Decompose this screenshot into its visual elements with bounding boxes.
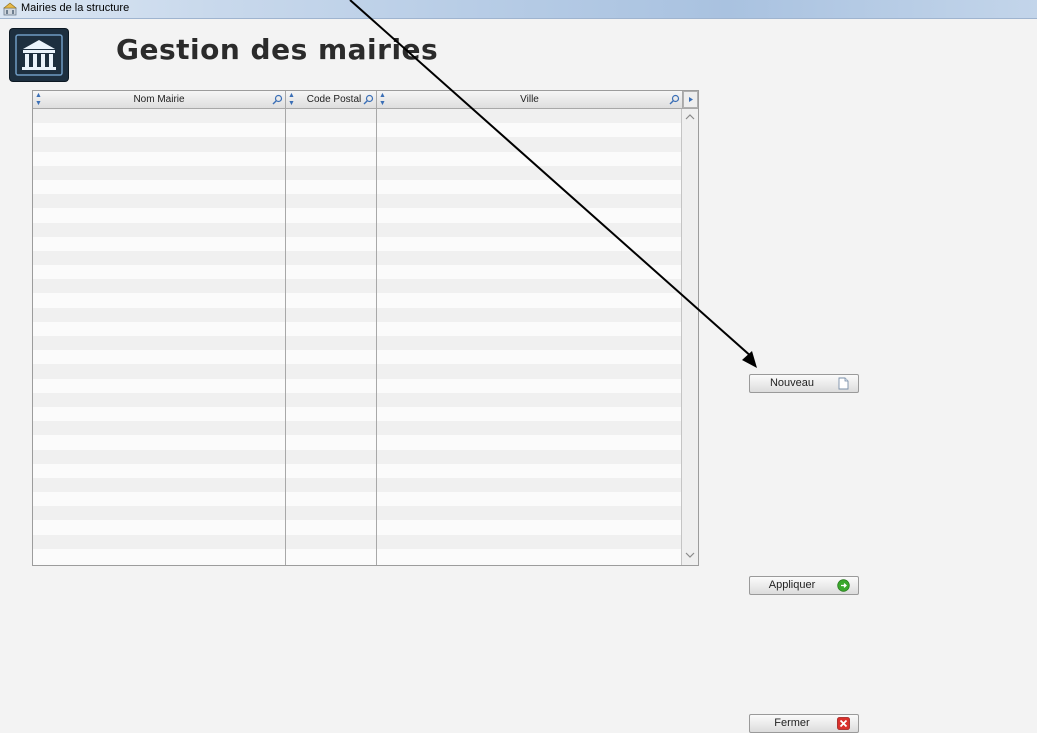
table-row[interactable]	[33, 435, 681, 450]
table-row[interactable]	[33, 279, 681, 294]
column-chooser-icon[interactable]	[683, 91, 698, 108]
table-row[interactable]	[33, 208, 681, 223]
table-row[interactable]	[33, 109, 681, 124]
search-icon[interactable]	[272, 94, 283, 105]
search-icon[interactable]	[363, 94, 374, 105]
table-row[interactable]	[33, 293, 681, 308]
table-row[interactable]	[33, 222, 681, 237]
scroll-up-icon[interactable]	[685, 113, 695, 121]
table-row[interactable]	[33, 137, 681, 152]
sort-icon[interactable]: ▲ ▼	[288, 92, 295, 108]
table-row[interactable]	[33, 336, 681, 351]
table-row[interactable]	[33, 123, 681, 138]
apply-button[interactable]: Appliquer	[749, 576, 859, 595]
mairies-table[interactable]: ▲ ▼ Nom Mairie ▲ ▼ Code Postal ▲ ▼ Ville	[32, 90, 699, 566]
column-label: Code Postal	[306, 94, 362, 105]
town-hall-icon	[10, 29, 68, 81]
table-row[interactable]	[33, 194, 681, 209]
new-button[interactable]: Nouveau	[749, 374, 859, 393]
close-red-icon	[837, 717, 850, 730]
app-window-icon	[3, 2, 17, 16]
table-row[interactable]	[33, 165, 681, 180]
table-row[interactable]	[33, 392, 681, 407]
table-row[interactable]	[33, 307, 681, 322]
apply-button-label: Appliquer	[768, 579, 816, 591]
table-row[interactable]	[33, 534, 681, 549]
table-row[interactable]	[33, 364, 681, 379]
apply-green-icon	[837, 579, 850, 592]
sort-icon[interactable]: ▲ ▼	[379, 92, 386, 108]
column-header-nom-mairie[interactable]: ▲ ▼ Nom Mairie	[33, 91, 286, 108]
table-row[interactable]	[33, 421, 681, 436]
table-row[interactable]	[33, 406, 681, 422]
sort-icon[interactable]: ▲ ▼	[35, 92, 42, 108]
table-row[interactable]	[33, 265, 681, 280]
table-row[interactable]	[33, 250, 681, 266]
table-header: ▲ ▼ Nom Mairie ▲ ▼ Code Postal ▲ ▼ Ville	[33, 91, 698, 109]
table-row[interactable]	[33, 151, 681, 166]
column-divider	[285, 109, 286, 565]
table-row[interactable]	[33, 321, 681, 336]
column-header-code-postal[interactable]: ▲ ▼ Code Postal	[286, 91, 377, 108]
table-row[interactable]	[33, 350, 681, 365]
table-row[interactable]	[33, 477, 681, 493]
table-row[interactable]	[33, 463, 681, 478]
vertical-scrollbar[interactable]	[681, 109, 698, 565]
table-row[interactable]	[33, 506, 681, 521]
column-header-ville[interactable]: ▲ ▼ Ville	[377, 91, 683, 108]
table-row[interactable]	[33, 492, 681, 507]
new-button-label: Nouveau	[769, 377, 815, 389]
close-button-label: Fermer	[774, 717, 810, 729]
new-document-icon	[838, 377, 849, 390]
table-row[interactable]	[33, 378, 681, 393]
column-label: Ville	[520, 94, 539, 105]
scroll-down-icon[interactable]	[685, 551, 695, 559]
column-divider	[376, 109, 377, 565]
close-button[interactable]: Fermer	[749, 714, 859, 733]
table-row[interactable]	[33, 449, 681, 464]
search-icon[interactable]	[669, 94, 680, 105]
table-row[interactable]	[33, 236, 681, 251]
table-body	[33, 109, 681, 565]
table-row[interactable]	[33, 179, 681, 195]
window-title: Mairies de la structure	[21, 2, 130, 14]
page-title: Gestion des mairies	[116, 33, 439, 66]
table-row[interactable]	[33, 548, 681, 563]
column-label: Nom Mairie	[133, 94, 185, 105]
window-titlebar: Mairies de la structure	[0, 0, 1037, 19]
table-row[interactable]	[33, 520, 681, 535]
